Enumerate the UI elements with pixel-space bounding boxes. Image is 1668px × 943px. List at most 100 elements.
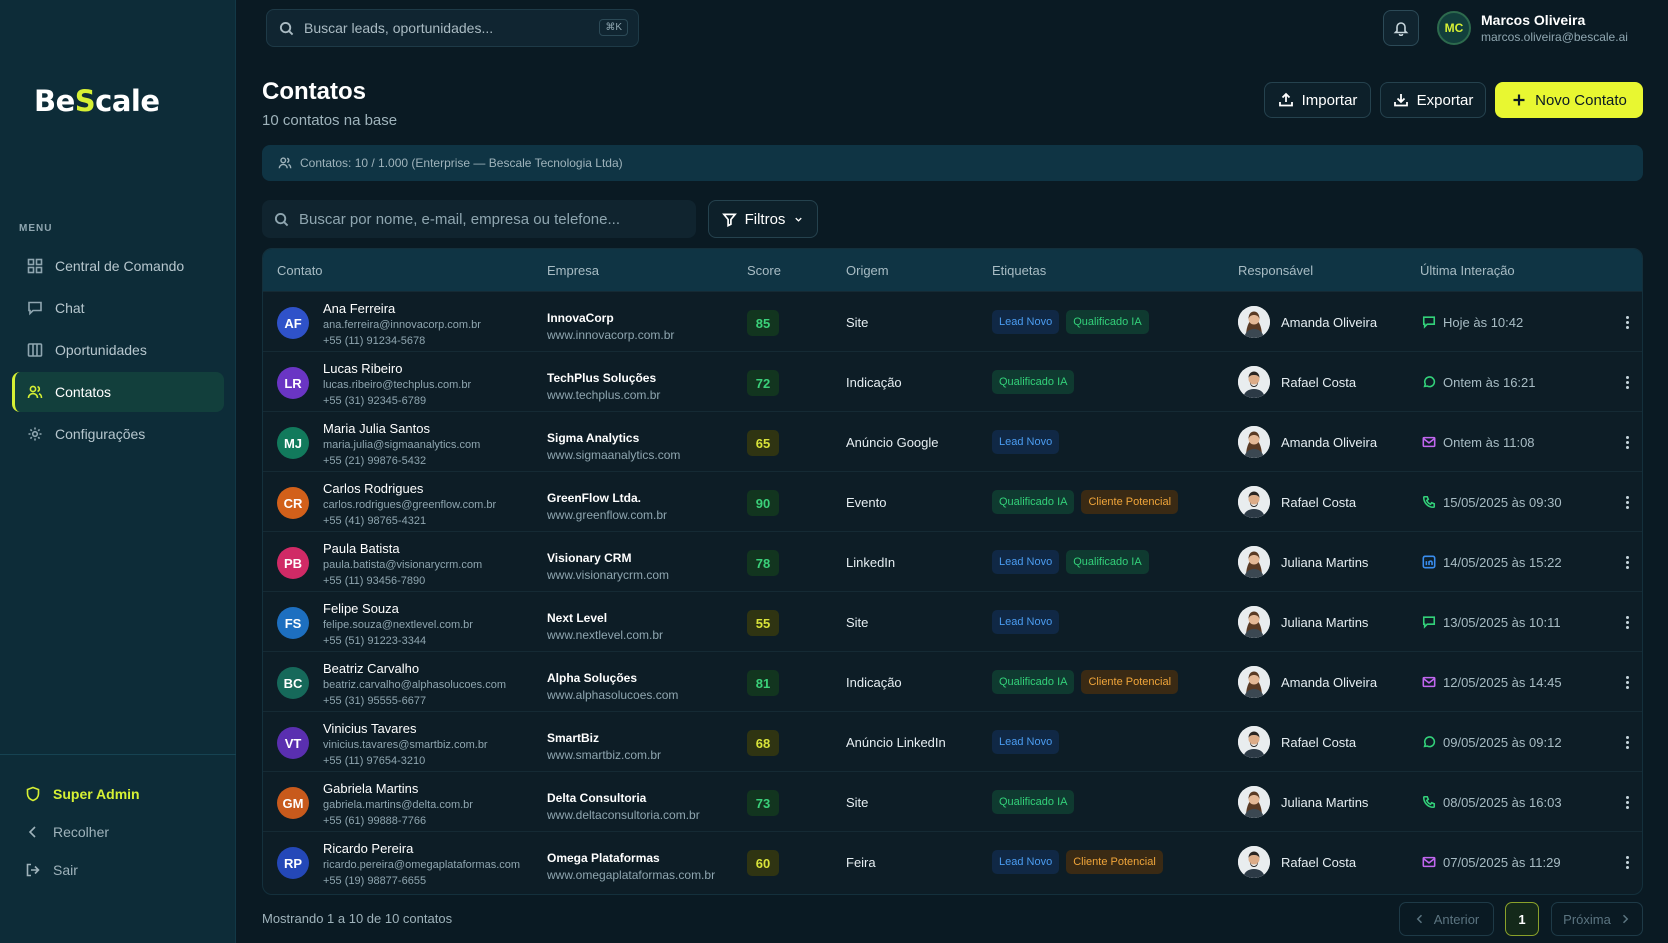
column-header-score[interactable]: Score bbox=[747, 263, 781, 278]
import-button[interactable]: Importar bbox=[1264, 82, 1371, 118]
tag-qualificado-ia[interactable]: Qualificado IA bbox=[992, 490, 1075, 514]
table-row[interactable]: LR Lucas Ribeiro lucas.ribeiro@techplus.co… bbox=[263, 351, 1642, 411]
table-row[interactable]: MJ Maria Julia Santos maria.julia@sigmaana… bbox=[263, 411, 1642, 471]
tag-qualificado-ia[interactable]: Qualificado IA bbox=[992, 370, 1075, 394]
column-header-ultima-interacao[interactable]: Última Interação bbox=[1420, 263, 1515, 278]
more-actions-icon[interactable] bbox=[1619, 492, 1635, 512]
sidebar-item-oportunidades[interactable]: Oportunidades bbox=[12, 330, 224, 370]
more-actions-icon[interactable] bbox=[1619, 792, 1635, 812]
notifications-button[interactable] bbox=[1383, 10, 1419, 46]
company-name: Delta Consultoria bbox=[547, 791, 647, 805]
more-actions-icon[interactable] bbox=[1619, 672, 1635, 692]
logout-button[interactable]: Sair bbox=[0, 851, 236, 889]
page-number-button[interactable]: 1 bbox=[1505, 902, 1539, 936]
tags-list: Lead Novo Qualificado IA bbox=[992, 310, 1149, 334]
score-badge: 78 bbox=[747, 550, 779, 576]
column-header-etiquetas[interactable]: Etiquetas bbox=[992, 263, 1046, 278]
next-page-label: Próxima bbox=[1563, 911, 1611, 927]
tag-qualificado-ia[interactable]: Qualificado IA bbox=[992, 790, 1075, 814]
sidebar-item-contatos[interactable]: Contatos bbox=[12, 372, 224, 412]
contact-name[interactable]: Maria Julia Santos bbox=[323, 421, 430, 436]
tag-lead-novo[interactable]: Lead Novo bbox=[992, 850, 1060, 874]
tag-qualificado-ia[interactable]: Qualificado IA bbox=[1066, 310, 1149, 334]
linkedin-icon bbox=[1422, 555, 1436, 569]
tag-lead-novo[interactable]: Lead Novo bbox=[992, 430, 1060, 454]
user-avatar[interactable]: MC bbox=[1437, 11, 1471, 45]
contact-name[interactable]: Lucas Ribeiro bbox=[323, 361, 403, 376]
table-row[interactable]: AF Ana Ferreira ana.ferreira@innovacorp.co… bbox=[263, 291, 1642, 351]
owner-name: Rafael Costa bbox=[1281, 375, 1357, 390]
tags-list: Qualificado IA bbox=[992, 370, 1075, 394]
email-icon bbox=[1422, 675, 1436, 689]
filters-button[interactable]: Filtros bbox=[708, 200, 818, 238]
global-search-input[interactable]: Buscar leads, oportunidades... ⌘K bbox=[266, 9, 639, 47]
tag-qualificado-ia[interactable]: Qualificado IA bbox=[1066, 550, 1149, 574]
column-header-responsavel[interactable]: Responsável bbox=[1238, 263, 1313, 278]
more-actions-icon[interactable] bbox=[1619, 852, 1635, 872]
sidebar-item-chat[interactable]: Chat bbox=[12, 288, 224, 328]
more-actions-icon[interactable] bbox=[1619, 372, 1635, 392]
table-row[interactable]: GM Gabriela Martins gabriela.martins@delta… bbox=[263, 771, 1642, 831]
tag-lead-novo[interactable]: Lead Novo bbox=[992, 310, 1060, 334]
table-row[interactable]: FS Felipe Souza felipe.souza@nextlevel.com… bbox=[263, 591, 1642, 651]
column-header-origem[interactable]: Origem bbox=[846, 263, 889, 278]
more-actions-icon[interactable] bbox=[1619, 612, 1635, 632]
logo-part-2: S bbox=[74, 84, 96, 118]
tag-lead-novo[interactable]: Lead Novo bbox=[992, 610, 1060, 634]
company-website: www.techplus.com.br bbox=[547, 388, 661, 402]
tag-cliente-potencial[interactable]: Cliente Potencial bbox=[1066, 850, 1163, 874]
contact-name[interactable]: Vinicius Tavares bbox=[323, 721, 416, 736]
column-header-contato[interactable]: Contato bbox=[277, 263, 323, 278]
score-badge: 72 bbox=[747, 370, 779, 396]
tag-qualificado-ia[interactable]: Qualificado IA bbox=[992, 670, 1075, 694]
export-button[interactable]: Exportar bbox=[1380, 82, 1486, 118]
bescale-logo[interactable]: BeScale bbox=[34, 84, 160, 118]
column-header-empresa[interactable]: Empresa bbox=[547, 263, 599, 278]
owner-avatar bbox=[1238, 426, 1270, 458]
table-row[interactable]: BC Beatriz Carvalho beatriz.carvalho@alpha… bbox=[263, 651, 1642, 711]
sidebar-item-configuracoes[interactable]: Configurações bbox=[12, 414, 224, 454]
super-admin-link[interactable]: Super Admin bbox=[0, 775, 236, 813]
owner-name: Rafael Costa bbox=[1281, 855, 1357, 870]
lead-origin: Site bbox=[846, 315, 869, 330]
table-row[interactable]: RP Ricardo Pereira ricardo.pereira@omegapl… bbox=[263, 831, 1642, 891]
contact-search-input[interactable]: Buscar por nome, e-mail, empresa ou tele… bbox=[262, 200, 696, 238]
new-contact-button[interactable]: Novo Contato bbox=[1495, 82, 1643, 118]
contact-name[interactable]: Ana Ferreira bbox=[323, 301, 395, 316]
more-actions-icon[interactable] bbox=[1619, 732, 1635, 752]
sidebar-item-central-de-comando[interactable]: Central de Comando bbox=[12, 246, 224, 286]
contact-phone: +55 (11) 93456-7890 bbox=[323, 575, 426, 587]
chat-icon bbox=[28, 301, 42, 316]
lead-origin: Site bbox=[846, 615, 869, 630]
contact-name[interactable]: Felipe Souza bbox=[323, 601, 399, 616]
lead-origin: Anúncio Google bbox=[846, 435, 939, 450]
tags-list: Lead Novo bbox=[992, 610, 1060, 634]
chevron-down-icon bbox=[795, 217, 803, 222]
page-subtitle: 10 contatos na base bbox=[262, 112, 398, 129]
company-website: www.deltaconsultoria.com.br bbox=[547, 808, 700, 822]
collapse-sidebar-button[interactable]: Recolher bbox=[0, 813, 236, 851]
tag-cliente-potencial[interactable]: Cliente Potencial bbox=[1081, 490, 1179, 514]
last-interaction: 14/05/2025 às 15:22 bbox=[1443, 555, 1562, 570]
more-actions-icon[interactable] bbox=[1619, 552, 1635, 572]
contact-phone: +55 (11) 91234-5678 bbox=[323, 335, 426, 347]
last-interaction: 09/05/2025 às 09:12 bbox=[1443, 735, 1562, 750]
contact-avatar: PB bbox=[277, 547, 309, 579]
contact-name[interactable]: Ricardo Pereira bbox=[323, 841, 413, 856]
tag-cliente-potencial[interactable]: Cliente Potencial bbox=[1081, 670, 1179, 694]
contact-name[interactable]: Paula Batista bbox=[323, 541, 400, 556]
more-actions-icon[interactable] bbox=[1619, 312, 1635, 332]
previous-page-button[interactable]: Anterior bbox=[1399, 902, 1494, 936]
next-page-button[interactable]: Próxima bbox=[1551, 902, 1643, 936]
table-row[interactable]: CR Carlos Rodrigues carlos.rodrigues@green… bbox=[263, 471, 1642, 531]
more-actions-icon[interactable] bbox=[1619, 432, 1635, 452]
last-interaction: 07/05/2025 às 11:29 bbox=[1443, 855, 1561, 870]
contact-name[interactable]: Beatriz Carvalho bbox=[323, 661, 419, 676]
tag-lead-novo[interactable]: Lead Novo bbox=[992, 730, 1060, 754]
contact-name[interactable]: Carlos Rodrigues bbox=[323, 481, 423, 496]
table-row[interactable]: PB Paula Batista paula.batista@visionarycr… bbox=[263, 531, 1642, 591]
tag-lead-novo[interactable]: Lead Novo bbox=[992, 550, 1060, 574]
contact-name[interactable]: Gabriela Martins bbox=[323, 781, 418, 796]
last-interaction: Hoje às 10:42 bbox=[1443, 315, 1524, 330]
table-row[interactable]: VT Vinicius Tavares vinicius.tavares@smart… bbox=[263, 711, 1642, 771]
